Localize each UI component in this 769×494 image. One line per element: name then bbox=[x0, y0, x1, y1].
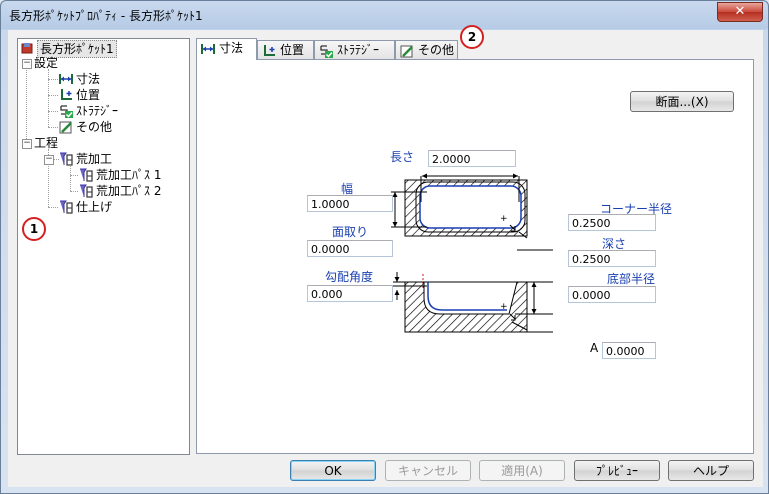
tree-item-position[interactable]: 位置 bbox=[59, 87, 100, 103]
tree-line bbox=[48, 79, 58, 80]
tree-line bbox=[70, 191, 78, 192]
tree-other-label: その他 bbox=[76, 120, 113, 134]
tab-other[interactable]: その他 bbox=[395, 40, 458, 59]
tree-settings-label: 設定 bbox=[34, 56, 59, 70]
tree-item-rough-pass-1[interactable]: 荒加工ﾊﾟｽ 1 bbox=[79, 167, 161, 183]
tab-position-label: 位置 bbox=[280, 43, 305, 57]
pocket-diagram: + + bbox=[391, 173, 553, 333]
toolpath-icon bbox=[59, 152, 73, 166]
chamfer-field[interactable]: 0.0000 bbox=[307, 240, 393, 257]
tree-line bbox=[48, 95, 58, 96]
toolpath-icon bbox=[79, 184, 93, 198]
other-icon bbox=[400, 44, 414, 58]
tree-line bbox=[26, 65, 27, 145]
tree-item-rough[interactable]: 荒加工 bbox=[59, 151, 112, 167]
window-title: 長方形ﾎﾟｹｯﾄﾌﾟﾛﾊﾟﾃｨ - 長方形ﾎﾟｹｯﾄ1 bbox=[9, 9, 203, 23]
callout-badge-1: 1 bbox=[22, 217, 46, 241]
tree-item-dimension[interactable]: 寸法 bbox=[59, 71, 100, 87]
tree-rough-label: 荒加工 bbox=[76, 152, 113, 166]
tree-position-label: 位置 bbox=[76, 88, 101, 102]
dimension-panel: 断面...(X) + + 長さ 2.0000 幅 1.0000 面取り 0.00… bbox=[196, 59, 754, 454]
strategy-icon bbox=[319, 44, 333, 58]
tree-item-settings[interactable]: 設定 bbox=[34, 55, 58, 71]
tab-strategy-label: ｽﾄﾗﾃｼﾞｰ bbox=[337, 43, 380, 57]
tree-line bbox=[48, 127, 58, 128]
svg-text:+: + bbox=[500, 214, 508, 224]
tree-line bbox=[48, 69, 49, 127]
svg-text:+: + bbox=[500, 302, 508, 312]
tree-line bbox=[70, 165, 71, 191]
tree-item-root[interactable]: 長方形ﾎﾟｹｯﾄ1 bbox=[20, 40, 117, 58]
tree-line bbox=[70, 175, 78, 176]
dialog-window: 長方形ﾎﾟｹｯﾄﾌﾟﾛﾊﾟﾃｨ - 長方形ﾎﾟｹｯﾄ1 ✕ 長方形ﾎﾟｹｯﾄ1 … bbox=[0, 0, 769, 494]
tab-other-label: その他 bbox=[418, 43, 455, 57]
collapse-process-icon[interactable]: − bbox=[22, 139, 32, 149]
a-field[interactable]: 0.0000 bbox=[602, 342, 656, 359]
tree-finish-label: 仕上げ bbox=[76, 200, 113, 214]
bottom-radius-label: 底部半径 bbox=[607, 272, 656, 286]
tree-process-label: 工程 bbox=[34, 136, 59, 150]
tab-dimension[interactable]: 寸法 bbox=[196, 38, 257, 60]
draft-angle-field[interactable]: 0.000 bbox=[307, 285, 393, 302]
title-bar[interactable]: 長方形ﾎﾟｹｯﾄﾌﾟﾛﾊﾟﾃｨ - 長方形ﾎﾟｹｯﾄ1 ✕ bbox=[1, 1, 768, 30]
width-field[interactable]: 1.0000 bbox=[307, 195, 393, 212]
strategy-icon bbox=[59, 104, 73, 118]
tree-item-other[interactable]: その他 bbox=[59, 119, 112, 135]
tab-position[interactable]: 位置 bbox=[257, 40, 314, 59]
cancel-button[interactable]: キャンセル bbox=[385, 460, 471, 481]
feature-tree: 長方形ﾎﾟｹｯﾄ1 − 設定 寸法 位置 ｽﾄﾗﾃｼﾞｰ その他 − 工程 − … bbox=[17, 38, 190, 455]
help-button[interactable]: ヘルプ bbox=[668, 460, 754, 481]
collapse-settings-icon[interactable]: − bbox=[22, 59, 32, 69]
tree-line bbox=[48, 207, 58, 208]
toolpath-icon bbox=[79, 168, 93, 182]
dimension-icon bbox=[201, 42, 215, 56]
tab-strategy[interactable]: ｽﾄﾗﾃｼﾞｰ bbox=[314, 40, 395, 59]
tree-dimension-label: 寸法 bbox=[76, 72, 101, 86]
tree-rough-pass-1-label: 荒加工ﾊﾟｽ 1 bbox=[96, 168, 162, 182]
corner-radius-field[interactable]: 0.2500 bbox=[568, 214, 656, 231]
tree-rough-pass-2-label: 荒加工ﾊﾟｽ 2 bbox=[96, 184, 162, 198]
collapse-rough-icon[interactable]: − bbox=[44, 155, 54, 165]
tree-strategy-label: ｽﾄﾗﾃｼﾞｰ bbox=[76, 104, 119, 118]
toolpath-icon bbox=[59, 200, 73, 214]
tree-line bbox=[48, 111, 58, 112]
depth-field[interactable]: 0.2500 bbox=[568, 250, 656, 267]
tree-item-rough-pass-2[interactable]: 荒加工ﾊﾟｽ 2 bbox=[79, 183, 161, 199]
chamfer-label: 面取り bbox=[332, 225, 369, 239]
bottom-radius-field[interactable]: 0.0000 bbox=[568, 286, 656, 303]
length-label: 長さ bbox=[390, 150, 415, 164]
close-button[interactable]: ✕ bbox=[717, 2, 763, 22]
ok-button[interactable]: OK bbox=[290, 460, 376, 481]
position-icon bbox=[262, 44, 276, 58]
pocket-icon bbox=[20, 41, 34, 55]
other-icon bbox=[59, 120, 73, 134]
draft-angle-label: 勾配角度 bbox=[325, 270, 374, 284]
apply-button[interactable]: 適用(A) bbox=[479, 460, 565, 481]
callout-badge-2: 2 bbox=[460, 25, 484, 49]
tree-item-strategy[interactable]: ｽﾄﾗﾃｼﾞｰ bbox=[59, 103, 118, 119]
tab-dimension-label: 寸法 bbox=[219, 41, 244, 55]
dimension-icon bbox=[59, 72, 73, 86]
preview-button[interactable]: ﾌﾟﾚﾋﾞｭｰ bbox=[574, 460, 660, 481]
a-label: A bbox=[590, 341, 599, 355]
length-field[interactable]: 2.0000 bbox=[428, 150, 516, 167]
position-icon bbox=[59, 88, 73, 102]
tree-item-finish[interactable]: 仕上げ bbox=[59, 199, 112, 215]
dialog-client-area: 長方形ﾎﾟｹｯﾄ1 − 設定 寸法 位置 ｽﾄﾗﾃｼﾞｰ その他 − 工程 − … bbox=[8, 25, 763, 487]
tree-item-process[interactable]: 工程 bbox=[34, 135, 58, 151]
